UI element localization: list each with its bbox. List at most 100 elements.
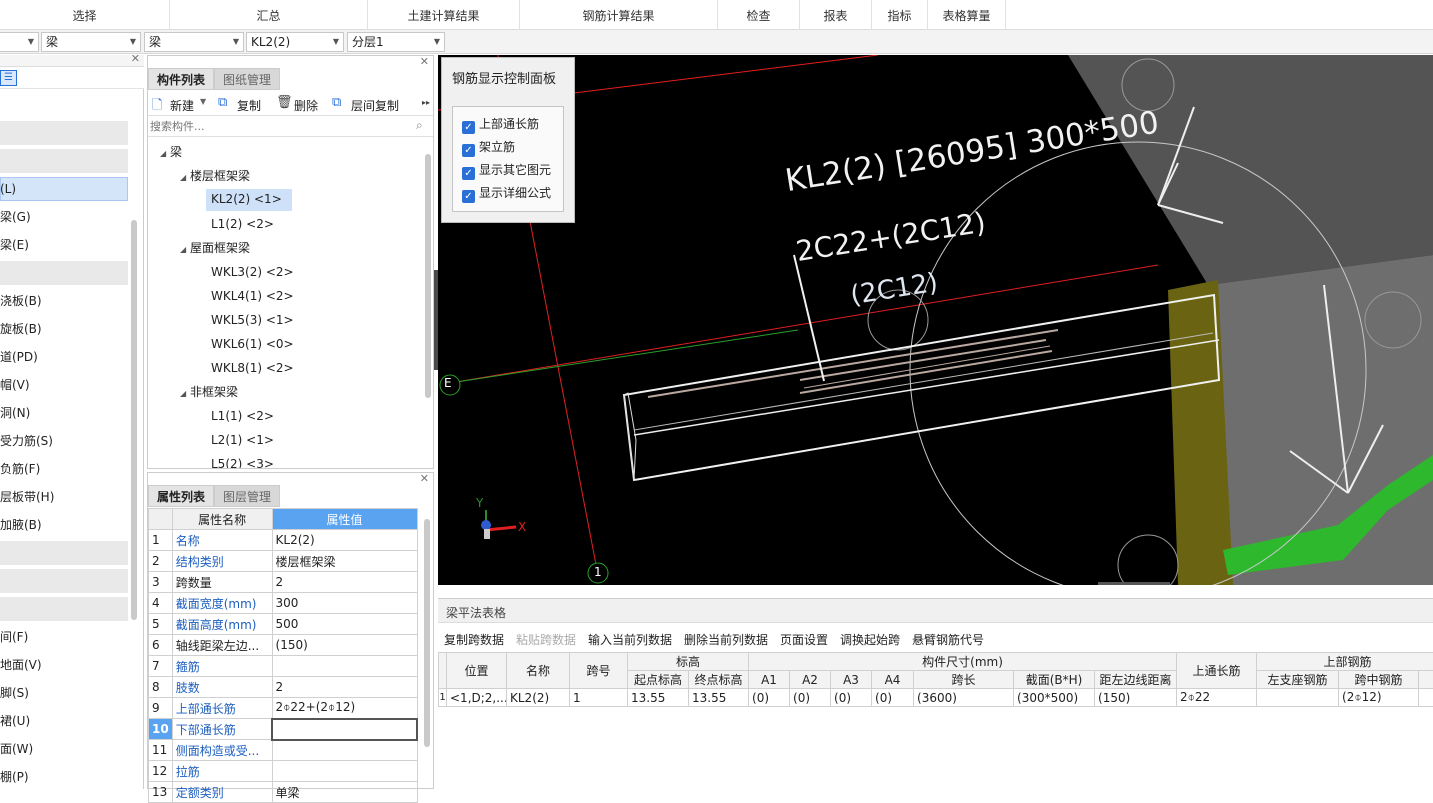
swap-start-span-button[interactable]: 调换起始跨	[840, 631, 900, 648]
floor-select[interactable]: ▼	[0, 32, 39, 52]
list-view-icon[interactable]: ☰	[0, 70, 17, 86]
nav-item-column-cap[interactable]: 帽(V)	[0, 375, 30, 395]
checkbox-show-formula[interactable]: ✓显示详细公式	[462, 183, 551, 203]
nav-item-haunch[interactable]: 加腋(B)	[0, 515, 42, 535]
tree-item[interactable]: L5(2) <3>	[211, 454, 274, 468]
copy-span-data-button[interactable]: 复制跨数据	[444, 631, 504, 648]
cell-name[interactable]: KL2(2)	[507, 689, 570, 707]
tab-component-list[interactable]: 构件列表	[148, 68, 214, 90]
nav-item-wall-surface[interactable]: 面(W)	[0, 739, 33, 759]
ribbon-group-check[interactable]: 检查	[718, 0, 800, 30]
prop-value[interactable]: 2	[272, 572, 417, 593]
type-select[interactable]: 梁▼	[144, 32, 244, 52]
nav-item-slab-band[interactable]: 层板带(H)	[0, 487, 54, 507]
cell-mid-rebar[interactable]: (2⌽12)	[1339, 689, 1419, 707]
tree-item[interactable]: WKL6(1) <0>	[211, 334, 294, 354]
delete-column-button[interactable]: 删除当前列数据	[684, 631, 768, 648]
tree-item[interactable]: WKL4(1) <2>	[211, 286, 294, 306]
tree-item[interactable]: WKL3(2) <2>	[211, 262, 294, 282]
category-select[interactable]: 梁▼	[41, 32, 141, 52]
tree-item-selected[interactable]: KL2(2) <1>	[206, 189, 292, 211]
table-row[interactable]: 1 <1,D;2,... KL2(2) 1 13.55 13.55 (0) (0…	[439, 689, 1433, 707]
tree-item[interactable]: L2(1) <1>	[211, 430, 274, 450]
close-icon[interactable]: ✕	[131, 52, 140, 65]
checkbox-erection-rebar[interactable]: ✓架立筋	[462, 137, 515, 157]
cell-section[interactable]: (300*500)	[1014, 689, 1095, 707]
copy-button[interactable]: 复制	[237, 97, 261, 114]
prop-value[interactable]: 单梁	[272, 782, 417, 803]
left-nav-scrollbar[interactable]	[131, 220, 137, 620]
chevron-down-icon[interactable]: ▼	[200, 97, 206, 106]
prop-value[interactable]	[272, 740, 417, 761]
cell-a1[interactable]: (0)	[749, 689, 790, 707]
cell-span-length[interactable]: (3600)	[914, 689, 1014, 707]
cell-a3[interactable]: (0)	[831, 689, 872, 707]
prop-value[interactable]: KL2(2)	[272, 530, 417, 551]
cell-a4[interactable]: (0)	[872, 689, 914, 707]
input-column-button[interactable]: 输入当前列数据	[588, 631, 672, 648]
nav-item-room[interactable]: 间(F)	[0, 627, 28, 647]
component-list-scrollbar[interactable]	[425, 154, 431, 398]
nav-item-ramp[interactable]: 道(PD)	[0, 347, 38, 367]
page-setup-button[interactable]: 页面设置	[780, 631, 828, 648]
tree-group-roof-frame[interactable]: ◢ 屋面框架梁	[180, 238, 250, 258]
more-icon[interactable]: ▸▸	[422, 98, 430, 107]
viewport-splitter[interactable]	[434, 270, 438, 370]
panel-splitter-handle[interactable]	[1098, 582, 1170, 585]
nav-item-ceiling[interactable]: 棚(P)	[0, 767, 29, 787]
prop-value[interactable]: 楼层框架梁	[272, 551, 417, 572]
tab-drawing-manage[interactable]: 图纸管理	[214, 68, 280, 90]
search-icon[interactable]: ⌕	[416, 118, 423, 133]
nav-group-band[interactable]	[0, 541, 128, 565]
layer-select[interactable]: 分层1▼	[347, 32, 445, 52]
nav-group-band[interactable]	[0, 121, 128, 145]
cell-span[interactable]: 1	[570, 689, 628, 707]
prop-value[interactable]	[272, 761, 417, 782]
nav-group-band[interactable]	[0, 261, 128, 285]
tree-group-non-frame[interactable]: ◢ 非框架梁	[180, 382, 238, 402]
cell-left-support[interactable]	[1257, 689, 1339, 707]
floor-copy-button[interactable]: 层间复制	[351, 97, 399, 114]
nav-item-slab-rebar[interactable]: 受力筋(S)	[0, 431, 53, 451]
cell-top-long-rebar[interactable]: 2⌽22	[1177, 689, 1257, 707]
nav-item-skirting[interactable]: 脚(S)	[0, 683, 29, 703]
nav-item-beam[interactable]: (L)	[0, 179, 16, 199]
checkbox-top-long-rebar[interactable]: ✓上部通长筋	[462, 114, 539, 134]
ribbon-group-rebar-results[interactable]: 钢筋计算结果	[520, 0, 718, 30]
ribbon-group-report[interactable]: 报表	[800, 0, 872, 30]
ribbon-group-table-calc[interactable]: 表格算量	[928, 0, 1006, 30]
nav-group-band[interactable]	[0, 569, 128, 593]
nav-item-ring-beam[interactable]: 梁(G)	[0, 207, 31, 227]
ribbon-group-select[interactable]: 选择	[0, 0, 170, 30]
cell-left-offset[interactable]: (150)	[1095, 689, 1177, 707]
cell-end-elev[interactable]: 13.55	[689, 689, 749, 707]
checkbox-show-other-elements[interactable]: ✓显示其它图元	[462, 160, 551, 180]
3d-viewport[interactable]: KL2(2) [26095] 300*500 2C22+(2C12) (2C12…	[438, 55, 1433, 585]
ribbon-group-indicator[interactable]: 指标	[872, 0, 928, 30]
nav-item-spiral-slab[interactable]: 旋板(B)	[0, 319, 42, 339]
nav-group-band[interactable]	[0, 597, 128, 621]
delete-button[interactable]: 删除	[294, 97, 318, 114]
new-button[interactable]: 新建	[170, 97, 194, 114]
nav-group-band[interactable]	[0, 149, 128, 173]
cell-position[interactable]: <1,D;2,...	[447, 689, 507, 707]
nav-item-cast-slab[interactable]: 浇板(B)	[0, 291, 42, 311]
cell-start-elev[interactable]: 13.55	[628, 689, 689, 707]
tree-item[interactable]: L1(1) <2>	[211, 406, 274, 426]
prop-value[interactable]	[272, 656, 417, 677]
nav-item-connecting-beam[interactable]: 梁(E)	[0, 235, 29, 255]
tab-layer-manage[interactable]: 图层管理	[214, 485, 280, 507]
nav-item-slab-hole[interactable]: 洞(N)	[0, 403, 30, 423]
tab-property-list[interactable]: 属性列表	[148, 485, 214, 507]
cell-a2[interactable]: (0)	[790, 689, 831, 707]
tree-item[interactable]: WKL5(3) <1>	[211, 310, 294, 330]
component-select[interactable]: KL2(2)▼	[246, 32, 344, 52]
nav-item-negative-rebar[interactable]: 负筋(F)	[0, 459, 40, 479]
prop-value[interactable]: 2⌽22+(2⌽12)	[272, 698, 417, 719]
tree-root[interactable]: ◢ 梁	[160, 142, 182, 162]
tree-group-floor-frame[interactable]: ◢ 楼层框架梁	[180, 166, 250, 186]
nav-item-wall-skirt[interactable]: 裙(U)	[0, 711, 30, 731]
prop-value[interactable]: (150)	[272, 635, 417, 656]
property-scrollbar[interactable]	[424, 519, 430, 747]
close-icon[interactable]: ✕	[420, 55, 429, 68]
